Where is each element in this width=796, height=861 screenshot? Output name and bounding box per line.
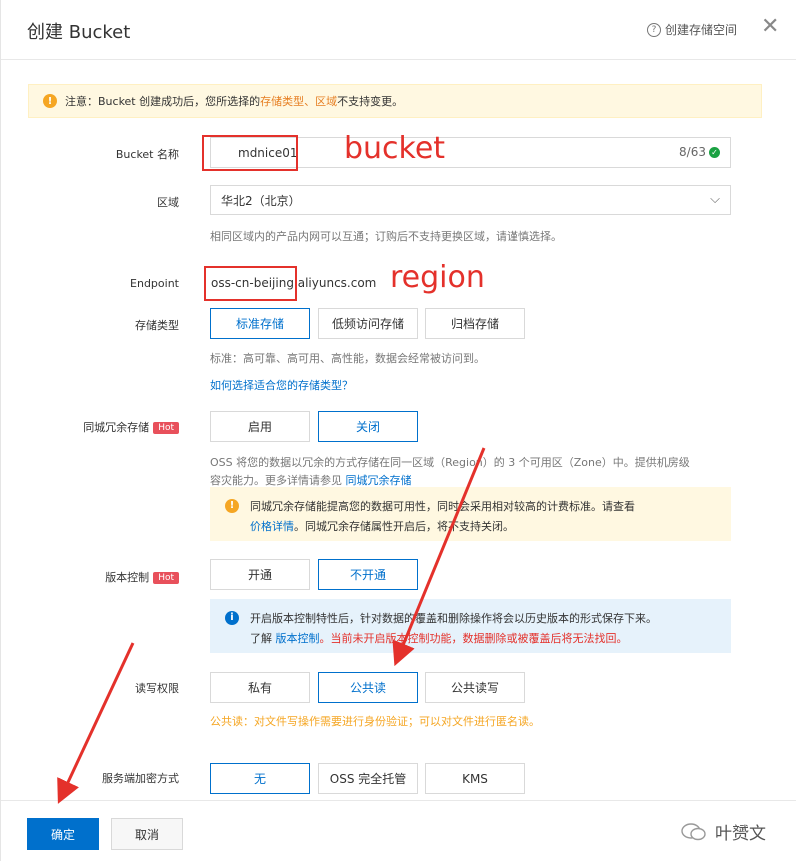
hot-badge: Hot [153, 572, 179, 584]
bucket-name-label: Bucket 名称 [115, 148, 179, 161]
close-icon[interactable]: ✕ [761, 16, 779, 38]
check-circle-icon: ✓ [709, 146, 720, 158]
storage-class-link[interactable]: 如何选择适合您的存储类型？ [210, 377, 353, 393]
zrs-label: 同城冗余存储 [83, 421, 150, 434]
wechat-icon [681, 822, 706, 840]
region-help: 相同区域内的产品内网可以互通；订购后不支持更换区域，请谨慎选择。 [210, 230, 562, 243]
price-detail-link[interactable]: 价格详情 [250, 520, 294, 533]
bucket-name-counter: 8/63 [679, 145, 706, 159]
help-label: 创建存储空间 [665, 23, 738, 37]
help-link[interactable]: ? 创建存储空间 [647, 21, 737, 38]
annotation-box-region [204, 266, 297, 301]
zrs-help-link[interactable]: 同城冗余存储 [346, 474, 412, 487]
encryption-kms-button[interactable]: KMS [425, 763, 525, 794]
notice-banner: ! 注意：Bucket 创建成功后，您所选择的存储类型、区域不支持变更。 [28, 84, 762, 118]
region-value: 华北2（北京） [221, 193, 301, 208]
panel-header: 创建 Bucket ? 创建存储空间 ✕ [1, 0, 796, 60]
notice-suffix: 不支持变更。 [337, 95, 404, 108]
notice-highlight: 存储类型、区域 [260, 95, 338, 108]
create-bucket-panel: 创建 Bucket ? 创建存储空间 ✕ ! 注意：Bucket 创建成功后，您… [0, 0, 796, 861]
warning-icon: ! [43, 94, 57, 108]
zrs-enable-button[interactable]: 启用 [210, 411, 310, 442]
zrs-disable-button[interactable]: 关闭 [318, 411, 418, 442]
versioning-label: 版本控制 [105, 571, 150, 584]
acl-label: 读写权限 [135, 682, 179, 695]
watermark: 叶赟文 [681, 819, 766, 844]
annotation-region: region [390, 260, 485, 295]
versioning-info-line1: 开启版本控制特性后，针对数据的覆盖和删除操作将会以历史版本的形式保存下来。 [250, 612, 657, 625]
versioning-info-prefix: 了解 [250, 632, 272, 645]
storage-class-label: 存储类型 [135, 319, 179, 332]
encryption-oss-button[interactable]: OSS 完全托管 [318, 763, 418, 794]
zrs-help-line1: OSS 将您的数据以冗余的方式存储在同一区域（Region）的 3 个可用区（Z… [210, 456, 690, 469]
cancel-button[interactable]: 取消 [111, 818, 183, 850]
chevron-down-icon: ⌵ [710, 192, 720, 207]
confirm-button[interactable]: 确定 [27, 818, 99, 850]
annotation-box-bucket [202, 135, 298, 171]
zrs-warn-line2: 。同城冗余存储属性开启后，将不支持关闭。 [294, 520, 514, 533]
versioning-info-box: i 开启版本控制特性后，针对数据的覆盖和删除操作将会以历史版本的形式保存下来。 … [210, 599, 731, 653]
region-label: 区域 [157, 196, 179, 209]
panel-title: 创建 Bucket [27, 22, 131, 43]
acl-public-read-button[interactable]: 公共读 [318, 672, 418, 703]
region-select[interactable]: 华北2（北京） ⌵ [210, 185, 731, 215]
storage-ia-button[interactable]: 低频访问存储 [318, 308, 418, 339]
versioning-enable-button[interactable]: 开通 [210, 559, 310, 590]
storage-standard-button[interactable]: 标准存储 [210, 308, 310, 339]
encryption-none-button[interactable]: 无 [210, 763, 310, 794]
acl-private-button[interactable]: 私有 [210, 672, 310, 703]
storage-archive-button[interactable]: 归档存储 [425, 308, 525, 339]
annotation-bucket: bucket [344, 131, 446, 166]
zrs-help-line2: 容灾能力。更多详情请参见 [210, 474, 342, 487]
hot-badge: Hot [153, 422, 179, 434]
zrs-warning-box: ! 同城冗余存储能提高您的数据可用性，同时会采用相对较高的计费标准。请查看 价格… [210, 487, 731, 541]
watermark-text: 叶赟文 [715, 824, 766, 844]
info-icon: i [225, 611, 239, 625]
versioning-disable-button[interactable]: 不开通 [318, 559, 418, 590]
acl-warning: 公共读：对文件写操作需要进行身份验证；可以对文件进行匿名读。 [210, 715, 540, 728]
versioning-warning: 。当前未开启版本控制功能，数据删除或被覆盖后将无法找回。 [319, 632, 628, 645]
endpoint-label: Endpoint [130, 277, 179, 290]
warning-icon: ! [225, 499, 239, 513]
question-icon: ? [647, 22, 661, 37]
panel-footer: 确定 取消 叶赟文 [1, 800, 796, 861]
notice-prefix: 注意：Bucket 创建成功后，您所选择的 [65, 95, 261, 108]
acl-public-read-write-button[interactable]: 公共读写 [425, 672, 525, 703]
zrs-warn-line1: 同城冗余存储能提高您的数据可用性，同时会采用相对较高的计费标准。请查看 [250, 500, 635, 513]
storage-class-help: 标准：高可靠、高可用、高性能，数据会经常被访问到。 [210, 352, 485, 365]
versioning-link[interactable]: 版本控制 [276, 632, 320, 645]
encryption-label: 服务端加密方式 [102, 772, 179, 785]
